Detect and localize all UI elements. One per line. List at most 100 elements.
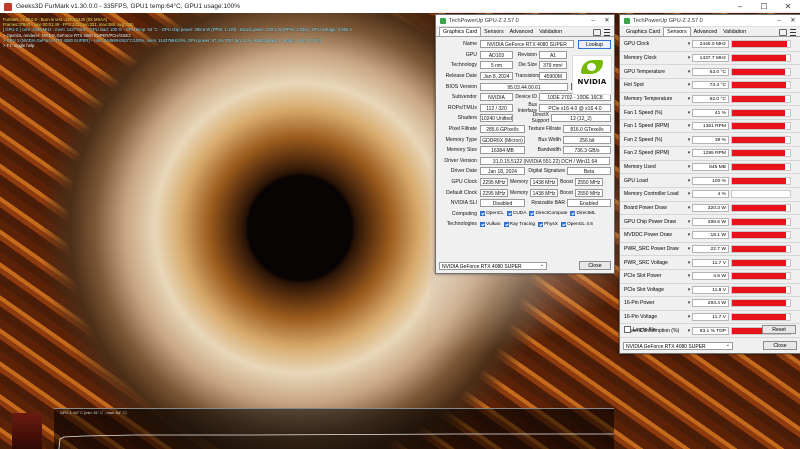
texture-fillrate-label: Texture Fillrate xyxy=(528,126,561,133)
sensor-value: 4 % xyxy=(692,190,729,199)
vulkan-label: Vulkan xyxy=(486,221,501,227)
close-button[interactable]: Close xyxy=(763,341,797,350)
minimize-button[interactable]: – xyxy=(728,0,752,13)
sensor-row: Fan 2 Speed (%) ▾ 39 % xyxy=(620,133,800,148)
tab-graphics-card[interactable]: Graphics Card xyxy=(623,28,663,36)
memory-type-value: GDDR6X (Micron) xyxy=(480,135,525,144)
default-memory-value: 1438 MHz xyxy=(530,188,559,197)
close-button[interactable]: Close xyxy=(579,261,611,270)
default-boost-label: Boost xyxy=(560,189,573,196)
maximize-button[interactable]: ☐ xyxy=(752,0,776,13)
sensor-graph-fill xyxy=(732,245,786,252)
card-bottom-bar: NVIDIA GeForce RTX 4080 SUPER Close xyxy=(439,261,611,270)
shaders-label: Shaders xyxy=(457,115,477,122)
sensor-graph-fill xyxy=(732,259,786,266)
furmark-window-title: Geeks3D FurMark v1.30.0.0 - 335FPS, GPU1… xyxy=(16,3,241,10)
sensor-name: Fan 1 Speed (%) xyxy=(624,109,663,116)
tab-sensors[interactable]: Sensors xyxy=(663,27,691,36)
sensor-graph-fill xyxy=(732,314,786,321)
sensor-row: Board Power Draw ▾ 320.3 W xyxy=(620,202,800,216)
sensor-row: MVDDC Power Draw ▾ 18.1 W xyxy=(620,229,800,243)
sensor-row: PWR_SRC Voltage ▾ 11.7 V xyxy=(620,256,800,270)
texture-fillrate-value: 816.0 GTexel/s xyxy=(563,125,611,134)
ray-tracing-label: Ray Tracing xyxy=(509,221,536,227)
sensor-value: 11.8 V xyxy=(692,285,729,294)
sensor-value: 293.4 W xyxy=(692,299,729,308)
log-bar: Log to file Reset xyxy=(624,325,796,334)
sensor-name: Memory Controller Load xyxy=(624,191,679,198)
gpuz-card-window[interactable]: TechPowerUp GPU-Z 2.57.0 – ✕ Graphics Ca… xyxy=(435,14,615,274)
log-to-file-label: Log to file xyxy=(633,326,656,333)
opengl-check-icon xyxy=(560,221,566,227)
menu-icon[interactable] xyxy=(604,29,610,36)
default-boost-value: 2550 MHz xyxy=(574,188,603,197)
sensor-value: 73.4 °C xyxy=(692,81,729,90)
bios-version-value: 95.03.44.00.61 xyxy=(480,82,568,91)
close-button[interactable]: ✕ xyxy=(776,0,800,13)
physx-checkbox: PhysX xyxy=(538,221,558,227)
sensor-row: PCIe Slot Voltage ▾ 11.8 V xyxy=(620,284,800,298)
gpuz-card-title-bar[interactable]: TechPowerUp GPU-Z 2.57.0 – ✕ xyxy=(436,15,614,27)
ray-tracing-check-icon xyxy=(503,221,509,227)
reset-button[interactable]: Reset xyxy=(762,325,796,334)
tab-validation[interactable]: Validation xyxy=(536,28,565,36)
sensor-graph xyxy=(731,122,791,131)
sensor-row: Memory Clock ▾ 1437.7 MHz xyxy=(620,52,800,66)
lookup-button[interactable]: Lookup xyxy=(578,39,611,49)
minimize-button[interactable]: – xyxy=(772,15,786,26)
sensor-graph-fill xyxy=(732,273,786,280)
sensor-value: 1437.7 MHz xyxy=(692,53,729,62)
directx-value: 12 (12_2) xyxy=(551,114,611,123)
cuda-checkbox: CUDA xyxy=(506,211,526,217)
sensor-graph-fill xyxy=(732,300,786,307)
sensor-graph xyxy=(731,149,791,158)
sensor-row: GPU Temperature ▾ 63.0 °C xyxy=(620,65,800,79)
tab-sensors[interactable]: Sensors xyxy=(481,28,506,36)
tab-graphics-card[interactable]: Graphics Card xyxy=(439,27,482,36)
tab-advanced[interactable]: Advanced xyxy=(507,28,537,36)
close-button[interactable]: ✕ xyxy=(786,15,800,26)
directcompute-label: DirectCompute xyxy=(535,211,568,217)
tab-validation[interactable]: Validation xyxy=(720,28,749,36)
card-select-dropdown[interactable]: NVIDIA GeForce RTX 4080 SUPER xyxy=(439,261,547,270)
sensor-graph-fill xyxy=(732,41,788,48)
sensor-name: PWR_SRC Voltage xyxy=(624,259,668,266)
sensor-value: 11.7 V xyxy=(692,258,729,267)
sensor-row: 16-Pin Power ▾ 293.4 W xyxy=(620,297,800,311)
opencl-label: OpenCL xyxy=(486,211,504,217)
log-to-file-checkbox[interactable] xyxy=(624,326,631,333)
minimize-button[interactable]: – xyxy=(586,15,600,26)
camera-icon[interactable] xyxy=(593,29,601,36)
default-memory-label: Memory xyxy=(510,189,529,196)
camera-icon[interactable] xyxy=(779,29,787,36)
revision-label: Revision xyxy=(517,51,537,58)
sensor-graph xyxy=(731,217,791,226)
sensor-row: GPU Load ▾ 100 % xyxy=(620,174,800,189)
transistors-label: Transistors xyxy=(515,73,540,80)
gpu-clock-value: 2295 MHz xyxy=(480,178,508,187)
sensor-graph xyxy=(731,190,791,199)
menu-icon[interactable] xyxy=(790,29,796,36)
furmark-osd: FurMark v1.30.0.0 - Burn-in test, 3440x1… xyxy=(3,17,352,48)
pixel-fillrate-label: Pixel Fillrate xyxy=(448,126,477,133)
close-button[interactable]: ✕ xyxy=(600,15,614,26)
sensor-graph xyxy=(731,108,791,117)
sensor-row: Hot Spot ▾ 73.4 °C xyxy=(620,79,800,93)
opencl-check-icon xyxy=(480,211,485,217)
sensor-list: GPU Clock ▾ 2445.0 MHz Memory Clock ▾ 1437.7 … xyxy=(620,37,800,339)
sensor-value: 11.7 V xyxy=(692,313,729,322)
furmark-title-bar[interactable]: Geeks3D FurMark v1.30.0.0 - 335FPS, GPU1… xyxy=(0,0,800,14)
tab-advanced[interactable]: Advanced xyxy=(691,28,721,36)
sensor-value: 22.7 W xyxy=(692,244,729,253)
sensor-value: 100 % xyxy=(692,176,729,185)
gpuz-sensors-title-bar[interactable]: TechPowerUp GPU-Z 2.57.0 – ✕ xyxy=(620,15,800,27)
sensor-value: 41 % xyxy=(692,108,729,117)
sensor-graph-fill xyxy=(732,164,786,171)
opengl-label: OpenGL 4.6 xyxy=(566,221,593,227)
sensor-value: 1295 RPM xyxy=(692,149,729,158)
gpuz-sensors-window[interactable]: TechPowerUp GPU-Z 2.57.0 – ✕ Graphics Ca… xyxy=(619,14,800,354)
osd-line: [ GPU-Z ] core: 2445 MHz - mem: 1437 MHz… xyxy=(3,27,353,33)
sensors-card-select-dropdown[interactable]: NVIDIA GeForce RTX 4080 SUPER xyxy=(623,341,733,350)
gpuz-sensors-title: TechPowerUp GPU-Z 2.57.0 xyxy=(633,17,703,24)
name-value: NVIDIA GeForce RTX 4080 SUPER xyxy=(480,40,574,49)
